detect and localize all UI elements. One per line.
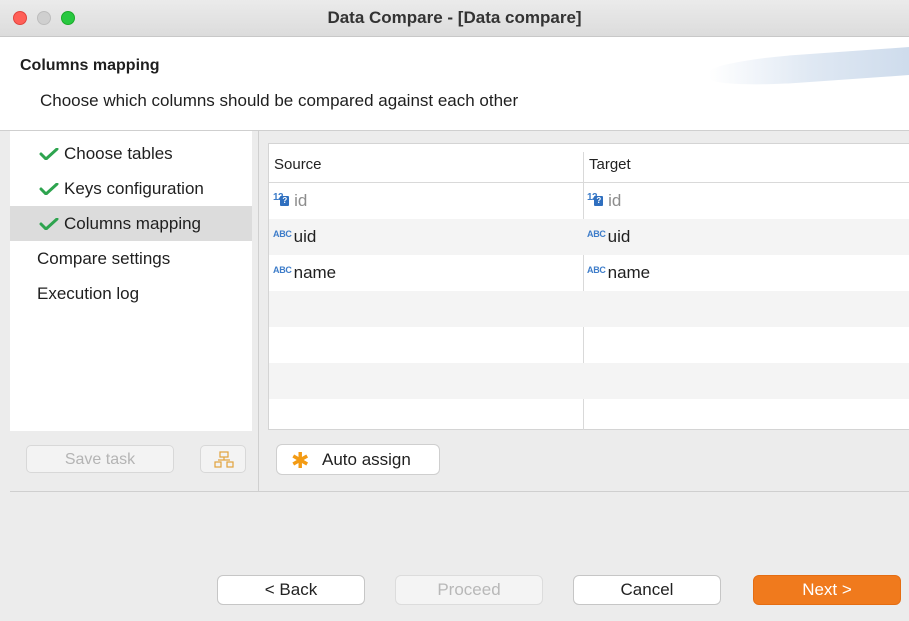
target-cell: ABC uid: [587, 219, 630, 255]
cancel-button[interactable]: Cancel: [573, 575, 721, 605]
wizard-steps-nav: Choose tables Keys configuration Columns…: [10, 131, 252, 431]
table-empty-row: [269, 291, 909, 327]
splitter[interactable]: [258, 131, 259, 491]
target-cell: 12? id: [587, 183, 621, 219]
source-column-header[interactable]: Source: [274, 144, 322, 183]
step-label: Keys configuration: [64, 179, 204, 198]
step-keys-configuration[interactable]: Keys configuration: [10, 171, 252, 206]
table-row[interactable]: ABC name ABC name: [269, 255, 909, 291]
checkmark-icon: [39, 218, 59, 230]
header-decoration: [709, 44, 909, 90]
auto-assign-label: Auto assign: [322, 450, 411, 469]
page-title: Columns mapping: [20, 57, 160, 74]
checkmark-icon: [39, 183, 59, 195]
step-label: Execution log: [37, 284, 140, 303]
numeric-type-icon: 12?: [273, 180, 292, 216]
sitemap-icon: [214, 451, 234, 468]
save-task-button[interactable]: Save task: [26, 445, 174, 473]
step-compare-settings[interactable]: Compare settings: [10, 241, 252, 276]
table-empty-row: [269, 363, 909, 399]
next-button[interactable]: Next >: [753, 575, 901, 605]
page-description: Choose which columns should be compared …: [40, 91, 519, 110]
string-type-icon: ABC: [273, 228, 292, 239]
asterisk-icon: ✱: [291, 448, 310, 473]
table-row[interactable]: 12? id 12? id: [269, 183, 909, 219]
wizard-header: Columns mapping Choose which columns sho…: [0, 37, 909, 131]
source-cell: 12? id: [273, 183, 307, 219]
proceed-button[interactable]: Proceed: [395, 575, 543, 605]
string-type-icon: ABC: [587, 264, 606, 275]
step-label: Compare settings: [37, 249, 171, 268]
step-label: Choose tables: [64, 144, 173, 163]
divider: [10, 491, 909, 492]
data-compare-window: Data Compare - [Data compare] Columns ma…: [0, 0, 909, 621]
table-empty-row: [269, 327, 909, 363]
step-columns-mapping[interactable]: Columns mapping: [10, 206, 252, 241]
table-empty-row: [269, 399, 909, 429]
columns-mapping-table: Source Target 12? id 12? id ABC uid ABC uid …: [268, 143, 909, 430]
table-header: Source Target: [269, 144, 909, 183]
title-bar: Data Compare - [Data compare]: [0, 0, 909, 37]
checkmark-icon: [39, 148, 59, 160]
window-title: Data Compare - [Data compare]: [327, 8, 582, 27]
string-type-icon: ABC: [273, 264, 292, 275]
step-label: Columns mapping: [64, 214, 202, 233]
target-column-header[interactable]: Target: [589, 144, 631, 183]
step-choose-tables[interactable]: Choose tables: [10, 136, 252, 171]
target-cell: ABC name: [587, 255, 650, 291]
source-cell: ABC uid: [273, 219, 316, 255]
step-execution-log[interactable]: Execution log: [10, 276, 252, 311]
numeric-type-icon: 12?: [587, 180, 606, 216]
string-type-icon: ABC: [587, 228, 606, 239]
auto-assign-button[interactable]: ✱ Auto assign: [276, 444, 440, 475]
table-row[interactable]: ABC uid ABC uid: [269, 219, 909, 255]
save-task-options-button[interactable]: [200, 445, 246, 473]
source-cell: ABC name: [273, 255, 336, 291]
back-button[interactable]: < Back: [217, 575, 365, 605]
